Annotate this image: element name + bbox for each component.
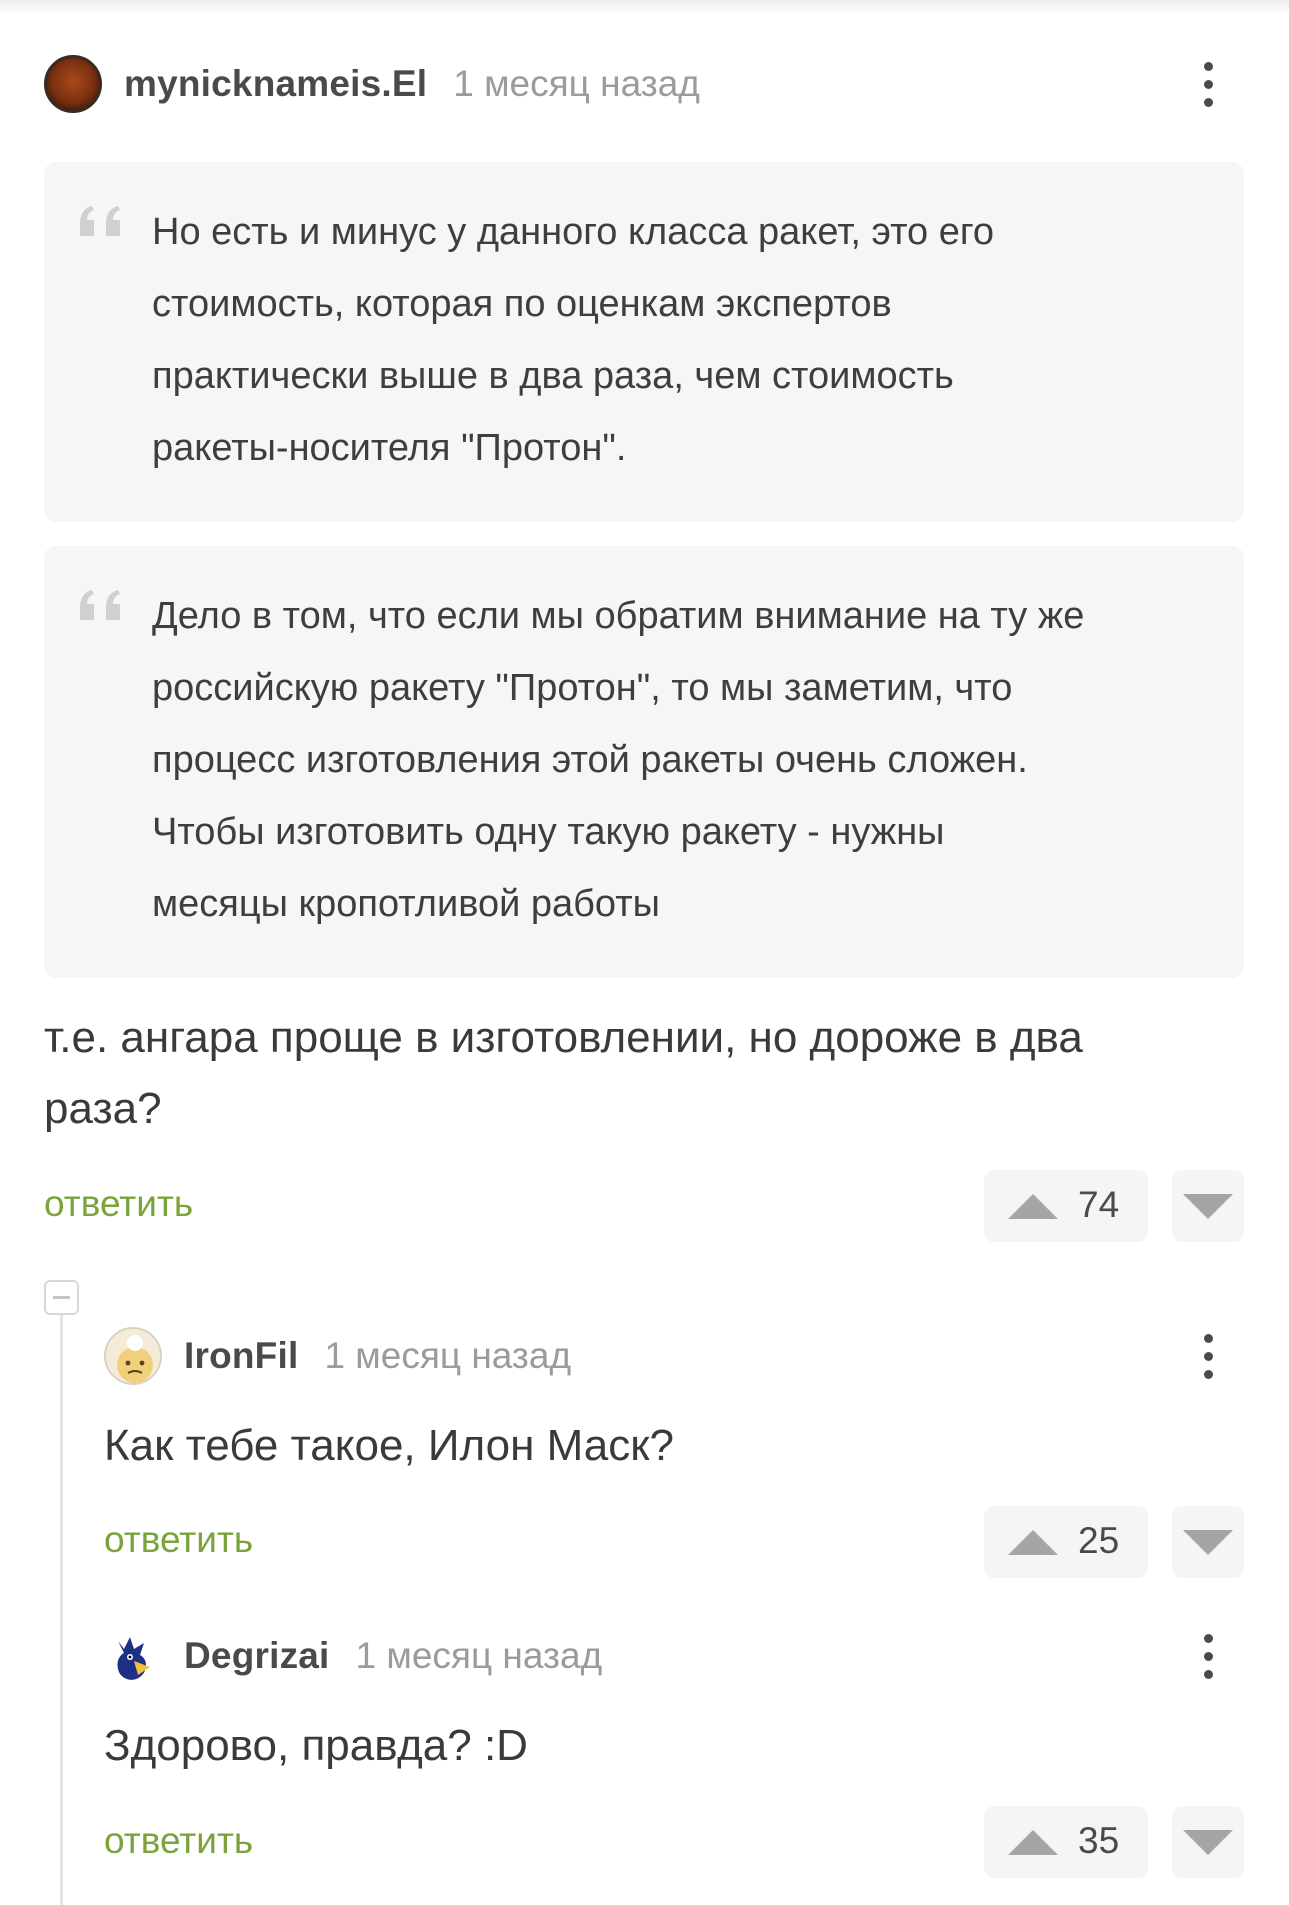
more-icon[interactable] bbox=[1188, 1626, 1228, 1686]
comment-time[interactable]: 1 месяц назад bbox=[324, 1335, 571, 1377]
avatar[interactable] bbox=[104, 1627, 162, 1685]
quote-line: Но есть и минус у данного класса ракет, … bbox=[152, 211, 995, 253]
quote-line: Чтобы изготовить одну такую ракету - нуж… bbox=[152, 811, 945, 853]
vote-down-button[interactable] bbox=[1172, 1170, 1244, 1242]
more-icon[interactable] bbox=[1188, 54, 1228, 114]
more-icon[interactable] bbox=[1188, 1326, 1228, 1386]
avatar[interactable] bbox=[104, 1327, 162, 1385]
quote-line: практически выше в два раза, чем стоимос… bbox=[152, 355, 954, 397]
rating-count: 35 bbox=[1078, 1820, 1120, 1861]
comment-header: mynicknameis.El 1 месяц назад bbox=[44, 54, 700, 114]
quote-block: Но есть и минус у данного класса ракет, … bbox=[44, 162, 1244, 522]
top-shadow bbox=[0, 0, 1289, 14]
arrow-up-icon bbox=[1008, 1193, 1058, 1219]
vote-up-button[interactable]: 35 bbox=[984, 1806, 1148, 1878]
author-name[interactable]: mynicknameis.El bbox=[124, 63, 427, 105]
quote-icon bbox=[80, 206, 120, 236]
arrow-down-icon bbox=[1183, 1529, 1233, 1555]
arrow-up-icon bbox=[1008, 1529, 1058, 1555]
quote-text: Дело в том, что если мы обратим внимание… bbox=[152, 580, 1204, 940]
vote-up-button[interactable]: 25 bbox=[984, 1506, 1148, 1578]
comment-text: т.е. ангара проще в изготовлении, но дор… bbox=[44, 1002, 1254, 1144]
arrow-down-icon bbox=[1183, 1193, 1233, 1219]
comment-line: т.е. ангара проще в изготовлении, но дор… bbox=[44, 1013, 1083, 1062]
author-name[interactable]: IronFil bbox=[184, 1335, 298, 1377]
comment-line: раза? bbox=[44, 1084, 162, 1133]
avatar[interactable] bbox=[44, 55, 102, 113]
quote-line: российскую ракету "Протон", то мы замети… bbox=[152, 667, 1013, 709]
quote-line: ракеты-носителя "Протон". bbox=[152, 427, 627, 469]
vote-down-button[interactable] bbox=[1172, 1506, 1244, 1578]
comment-header: IronFil 1 месяц назад bbox=[104, 1326, 571, 1386]
reply-button[interactable]: ответить bbox=[104, 1820, 253, 1862]
comment-text: Здорово, правда? :D bbox=[104, 1721, 528, 1770]
quote-line: процесс изготовления этой ракеты очень с… bbox=[152, 739, 1028, 781]
comment-time[interactable]: 1 месяц назад bbox=[356, 1635, 603, 1677]
comment-header: Degrizai 1 месяц назад bbox=[104, 1626, 602, 1686]
collapse-thread-icon[interactable] bbox=[44, 1280, 79, 1315]
rating-count: 25 bbox=[1078, 1520, 1120, 1561]
quote-line: стоимость, которая по оценкам экспертов bbox=[152, 283, 892, 325]
reply-button[interactable]: ответить bbox=[104, 1519, 253, 1561]
comment-text: Как тебе такое, Илон Маск? bbox=[104, 1421, 675, 1470]
arrow-down-icon bbox=[1183, 1829, 1233, 1855]
quote-line: месяцы кропотливой работы bbox=[152, 883, 660, 925]
author-name[interactable]: Degrizai bbox=[184, 1635, 330, 1677]
quote-block: Дело в том, что если мы обратим внимание… bbox=[44, 546, 1244, 978]
arrow-up-icon bbox=[1008, 1829, 1058, 1855]
thread-line bbox=[60, 1296, 63, 1905]
quote-icon bbox=[80, 590, 120, 620]
vote-up-button[interactable]: 74 bbox=[984, 1170, 1148, 1242]
quote-text: Но есть и минус у данного класса ракет, … bbox=[152, 196, 1204, 484]
reply-button[interactable]: ответить bbox=[44, 1183, 193, 1225]
quote-line: Дело в том, что если мы обратим внимание… bbox=[152, 595, 1085, 637]
rating-count: 74 bbox=[1078, 1184, 1120, 1225]
comment-time[interactable]: 1 месяц назад bbox=[453, 63, 700, 105]
vote-down-button[interactable] bbox=[1172, 1806, 1244, 1878]
